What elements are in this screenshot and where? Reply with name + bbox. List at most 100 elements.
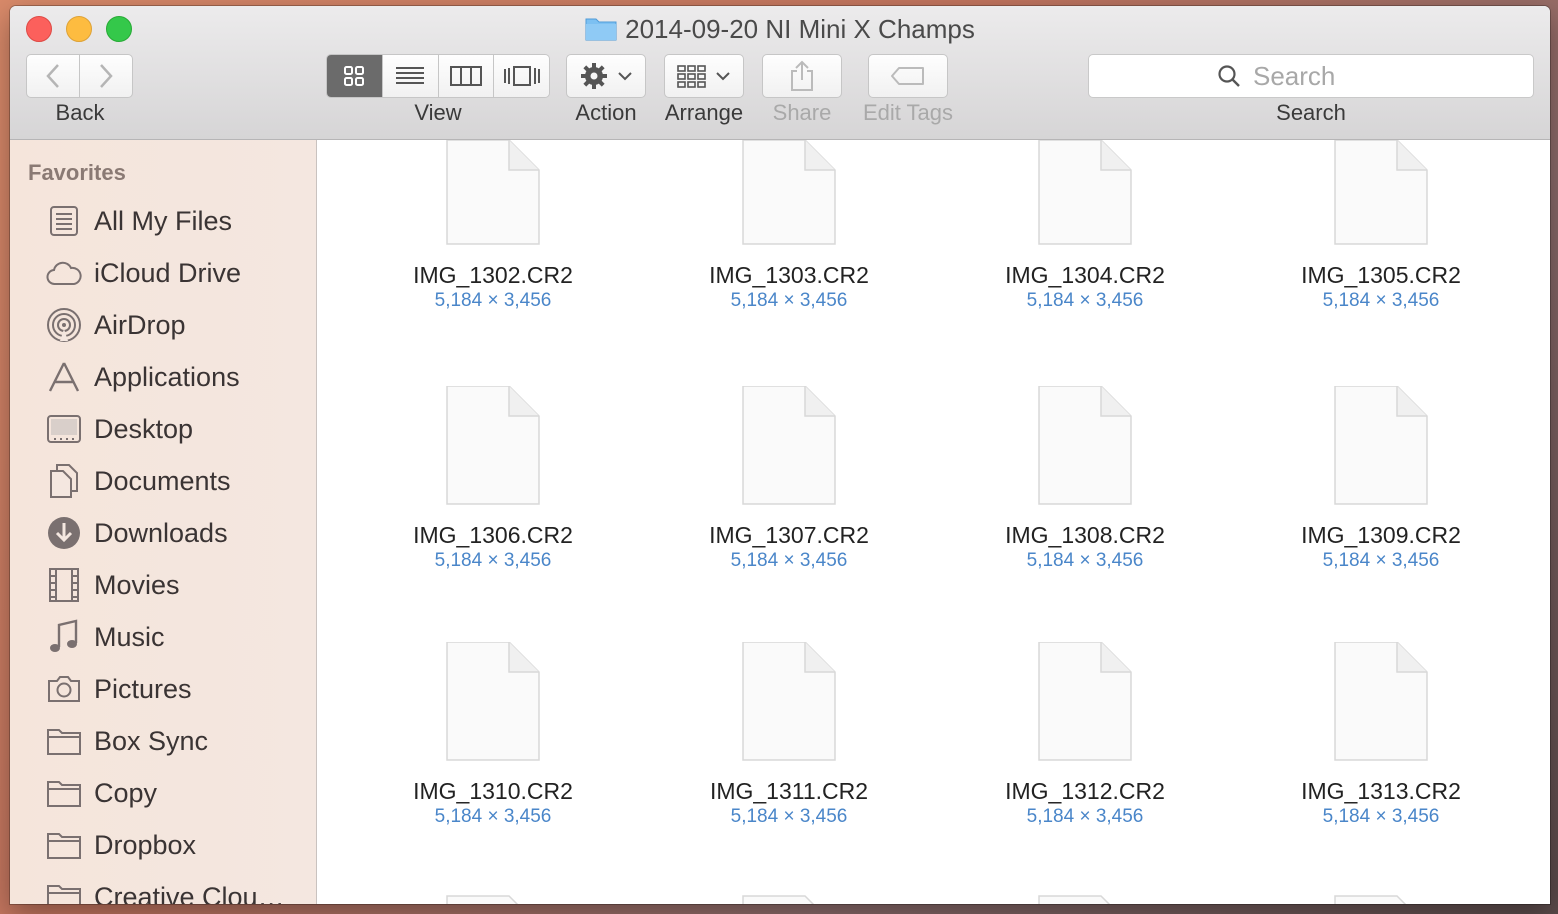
document-icon xyxy=(742,895,815,904)
document-icon xyxy=(1038,642,1132,761)
file-name: IMG_1304.CR2 xyxy=(1005,262,1165,288)
file-item[interactable]: IMG_1305.CR2 5,184 × 3,456 xyxy=(1261,140,1501,340)
sidebar-item-label: Downloads xyxy=(94,517,228,548)
sidebar-item-movies[interactable]: Movies xyxy=(10,559,316,611)
file-name: IMG_1311.CR2 xyxy=(709,778,869,804)
file-item[interactable]: IMG_1307.CR2 5,184 × 3,456 xyxy=(669,386,909,586)
sidebar-item-creative-cloud[interactable]: Creative Clou… xyxy=(10,871,316,904)
chevron-right-icon xyxy=(100,64,113,88)
edit-tags-label: Edit Tags xyxy=(862,100,954,125)
action-label: Action xyxy=(575,100,637,125)
forward-button[interactable] xyxy=(79,54,133,98)
sidebar-item-applications[interactable]: Applications xyxy=(10,351,316,403)
sidebar-item-label: Music xyxy=(94,621,165,652)
sidebar-item-all-my-files[interactable]: All My Files xyxy=(10,195,316,247)
view-column-button[interactable] xyxy=(438,55,495,97)
arrange-button[interactable] xyxy=(664,54,744,98)
edit-tags-button[interactable] xyxy=(868,54,948,98)
file-dimensions: 5,184 × 3,456 xyxy=(730,550,848,571)
sidebar-item-icloud-drive[interactable]: iCloud Drive xyxy=(10,247,316,299)
file-dimensions: 5,184 × 3,456 xyxy=(434,290,552,311)
document-icon xyxy=(742,140,836,245)
sidebar-item-label: AirDrop xyxy=(94,309,186,340)
applications-icon xyxy=(46,359,82,395)
file-item[interactable]: IMG_1309.CR2 5,184 × 3,456 xyxy=(1261,386,1501,586)
sidebar-item-dropbox[interactable]: Dropbox xyxy=(10,819,316,871)
sidebar-item-label: Dropbox xyxy=(94,829,197,860)
file-item[interactable]: IMG_1312.CR2 5,184 × 3,456 xyxy=(965,642,1205,842)
music-icon xyxy=(46,619,82,655)
document-icon xyxy=(742,642,836,761)
downloads-icon xyxy=(46,515,82,551)
file-dimensions: 5,184 × 3,456 xyxy=(1322,806,1440,827)
document-icon xyxy=(1038,386,1132,505)
view-icon-button[interactable] xyxy=(327,55,383,97)
sidebar-item-documents[interactable]: Documents xyxy=(10,455,316,507)
share-label: Share xyxy=(772,100,832,125)
column-view-icon xyxy=(449,66,482,86)
view-coverflow-button[interactable] xyxy=(494,55,549,97)
sidebar-item-downloads[interactable]: Downloads xyxy=(10,507,316,559)
arrange-grid-icon xyxy=(677,65,706,88)
action-button[interactable] xyxy=(566,54,646,98)
sidebar-item-desktop[interactable]: Desktop xyxy=(10,403,316,455)
sidebar-item-label: Copy xyxy=(94,777,158,808)
sidebar-item-label: Desktop xyxy=(94,413,194,444)
document-icon xyxy=(446,895,519,904)
file-item[interactable]: IMG_1303.CR2 5,184 × 3,456 xyxy=(669,140,909,340)
file-item[interactable]: IMG_1308.CR2 5,184 × 3,456 xyxy=(965,386,1205,586)
file-item[interactable]: IMG_1310.CR2 5,184 × 3,456 xyxy=(373,642,613,842)
file-name: IMG_1313.CR2 xyxy=(1301,778,1461,804)
file-item[interactable]: IMG_1313.CR2 5,184 × 3,456 xyxy=(1261,642,1501,842)
coverflow-view-icon xyxy=(503,66,540,86)
cloud-icon xyxy=(46,255,82,291)
airdrop-icon xyxy=(46,307,82,343)
sidebar-heading: Favorites xyxy=(28,160,126,185)
sidebar-item-copy[interactable]: Copy xyxy=(10,767,316,819)
tag-icon xyxy=(891,67,924,85)
file-name: IMG_1310.CR2 xyxy=(413,778,573,804)
toolbar: 2014-09-20 NI Mini X Champs Back View Ac… xyxy=(10,6,1550,140)
folder-icon xyxy=(46,723,82,759)
share-button[interactable] xyxy=(762,54,842,98)
file-name: IMG_1302.CR2 xyxy=(413,262,573,288)
file-item[interactable]: IMG_1306.CR2 5,184 × 3,456 xyxy=(373,386,613,586)
file-dimensions: 5,184 × 3,456 xyxy=(730,290,848,311)
sidebar-item-label: Pictures xyxy=(94,673,192,704)
search-field[interactable] xyxy=(1088,54,1534,98)
sidebar-item-airdrop[interactable]: AirDrop xyxy=(10,299,316,351)
file-name: IMG_1306.CR2 xyxy=(413,522,573,548)
view-list-button[interactable] xyxy=(382,55,439,97)
folder-icon xyxy=(46,827,82,863)
file-name: IMG_1303.CR2 xyxy=(709,262,869,288)
file-item[interactable]: IMG_1304.CR2 5,184 × 3,456 xyxy=(965,140,1205,340)
sidebar-item-label: Creative Clou… xyxy=(94,881,285,905)
file-name: IMG_1305.CR2 xyxy=(1301,262,1461,288)
file-dimensions: 5,184 × 3,456 xyxy=(1026,806,1144,827)
file-item[interactable]: IMG_1302.CR2 5,184 × 3,456 xyxy=(373,140,613,340)
gear-icon xyxy=(581,63,607,89)
search-label: Search xyxy=(1276,100,1346,125)
documents-icon xyxy=(46,463,82,499)
file-name: IMG_1307.CR2 xyxy=(709,522,869,548)
chevron-left-icon xyxy=(46,64,59,88)
window-title: 2014-09-20 NI Mini X Champs xyxy=(10,13,1550,48)
sidebar-item-music[interactable]: Music xyxy=(10,611,316,663)
sidebar-item-pictures[interactable]: Pictures xyxy=(10,663,316,715)
document-icon xyxy=(1334,642,1428,761)
file-item[interactable]: IMG_1311.CR2 5,184 × 3,456 xyxy=(669,642,909,842)
document-icon xyxy=(1038,895,1111,904)
file-name: IMG_1308.CR2 xyxy=(1005,522,1165,548)
sidebar-item-box-sync[interactable]: Box Sync xyxy=(10,715,316,767)
movies-icon xyxy=(46,567,82,603)
search-input[interactable] xyxy=(1251,59,1405,93)
sidebar-item-label: Applications xyxy=(94,361,240,392)
sidebar: Favorites All My Files iCloud Drive AirD… xyxy=(10,140,317,904)
back-button[interactable] xyxy=(26,54,80,98)
document-icon xyxy=(446,642,540,761)
view-segmented-control xyxy=(326,54,550,98)
chevron-down-icon xyxy=(716,72,730,81)
document-icon xyxy=(1334,895,1407,904)
file-grid: IMG_1302.CR2 5,184 × 3,456 IMG_1303.CR2 … xyxy=(317,140,1550,904)
window-title-text: 2014-09-20 NI Mini X Champs xyxy=(625,14,975,44)
